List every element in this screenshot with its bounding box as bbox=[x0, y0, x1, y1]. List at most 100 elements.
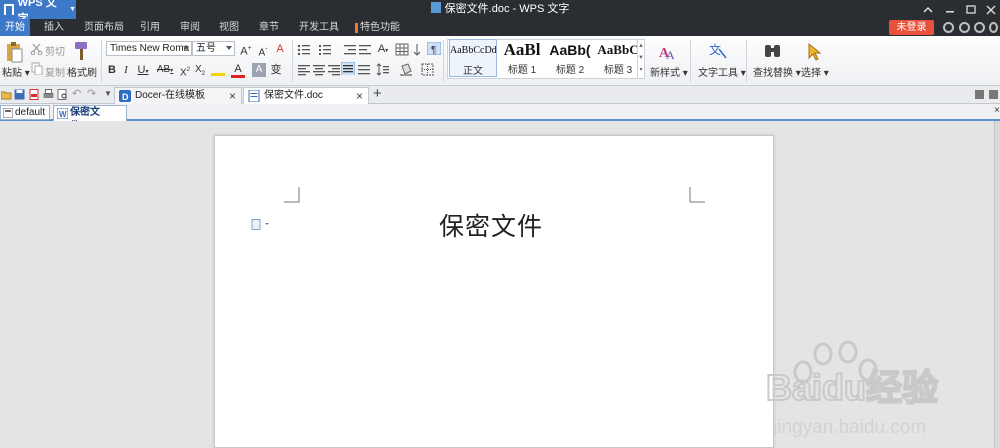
cut-icon[interactable] bbox=[30, 42, 44, 55]
export-pdf-icon[interactable] bbox=[29, 89, 40, 100]
borders-icon[interactable] bbox=[421, 63, 435, 76]
subscript-icon[interactable]: X2 bbox=[194, 63, 206, 77]
help-icon[interactable] bbox=[943, 22, 954, 33]
customize-qat-icon[interactable]: ▼ bbox=[104, 89, 112, 98]
ribbon-separator bbox=[746, 40, 747, 82]
close-file-icon[interactable]: × bbox=[994, 105, 1000, 116]
save-icon[interactable] bbox=[14, 89, 25, 100]
show-marks-icon[interactable]: ¶ bbox=[427, 42, 441, 55]
print-preview-icon[interactable] bbox=[57, 89, 68, 100]
text-tools-button[interactable]: 文字工具 ▾ bbox=[698, 64, 746, 79]
menu-review[interactable]: 审阅 bbox=[180, 19, 200, 36]
app-menu-button[interactable]: WPS 文字▼ bbox=[0, 0, 76, 25]
font-color-icon[interactable]: A bbox=[231, 62, 245, 78]
shrink-font-icon[interactable]: A- bbox=[256, 43, 270, 58]
undo-icon[interactable]: ↶ bbox=[72, 87, 81, 100]
style-heading-1[interactable]: AaBl 标题 1 bbox=[498, 39, 546, 77]
menu-view[interactable]: 视图 bbox=[219, 19, 239, 36]
align-center-icon[interactable] bbox=[312, 63, 326, 76]
ribbon-collapse-icon[interactable] bbox=[921, 3, 935, 16]
menu-developer-tools[interactable]: 开发工具 bbox=[299, 19, 339, 36]
sort-icon[interactable] bbox=[413, 43, 427, 56]
bullet-list-icon[interactable] bbox=[297, 43, 311, 56]
bold-icon[interactable]: B bbox=[106, 63, 118, 77]
text-direction-icon[interactable]: A▾ bbox=[374, 42, 392, 56]
styles-scroll[interactable]: ▲ ▼ ▾ bbox=[637, 40, 644, 78]
highlight-icon[interactable] bbox=[211, 64, 225, 76]
font-size-combo[interactable]: 五号 bbox=[192, 41, 235, 56]
cursor-icon[interactable] bbox=[806, 42, 822, 62]
menu-references[interactable]: 引用 bbox=[140, 19, 160, 36]
new-tab-button[interactable]: + bbox=[373, 85, 382, 102]
superscript-icon[interactable]: X2 bbox=[179, 63, 191, 78]
restore-pane-icon[interactable] bbox=[975, 90, 984, 99]
numbered-list-icon[interactable] bbox=[318, 43, 332, 56]
line-spacing-icon[interactable] bbox=[376, 63, 390, 76]
distribute-icon[interactable] bbox=[357, 63, 371, 76]
binoculars-icon[interactable] bbox=[763, 42, 783, 62]
phonetic-guide-icon[interactable]: 变 bbox=[268, 63, 284, 77]
maximize-icon[interactable] bbox=[964, 3, 978, 16]
redo-icon[interactable]: ↷ bbox=[87, 87, 96, 100]
select-button[interactable]: 选择 ▾ bbox=[801, 64, 829, 79]
login-button[interactable]: 未登录 bbox=[889, 20, 934, 35]
close-tab-icon[interactable]: × bbox=[356, 88, 363, 104]
clear-format-icon[interactable]: A bbox=[273, 42, 287, 56]
grow-font-icon[interactable]: A+ bbox=[239, 42, 253, 58]
window-title-text: 保密文件.doc - WPS 文字 bbox=[444, 3, 570, 15]
document-heading[interactable]: 保密文件 bbox=[430, 207, 552, 243]
table-grid-icon[interactable] bbox=[395, 43, 409, 56]
find-replace-button[interactable]: 查找替换 ▾ bbox=[753, 64, 801, 79]
menu-page-layout[interactable]: 页面布局 bbox=[84, 19, 124, 36]
shading-icon[interactable] bbox=[399, 63, 413, 76]
tab-docer-templates[interactable]: D Docer-在线模板 × bbox=[114, 87, 242, 104]
print-icon[interactable] bbox=[43, 89, 54, 100]
docer-icon: D bbox=[119, 90, 131, 102]
decrease-indent-icon[interactable] bbox=[343, 43, 357, 56]
copy-icon[interactable] bbox=[30, 62, 44, 75]
new-style-icon[interactable]: AA bbox=[657, 42, 677, 62]
find-replace-label: 查找替换 bbox=[753, 68, 793, 79]
strikethrough-icon[interactable]: AB▾ bbox=[154, 63, 176, 77]
menu-start[interactable]: 开始 bbox=[0, 19, 30, 36]
paste-button[interactable]: 粘贴 ▾ bbox=[2, 64, 30, 79]
cut-label[interactable]: 剪切 bbox=[45, 43, 65, 58]
tab-label: 保密文件.doc bbox=[264, 90, 323, 101]
open-folder-icon[interactable] bbox=[1, 89, 12, 100]
underline-icon[interactable]: U▾ bbox=[134, 63, 152, 77]
tab-document[interactable]: 保密文件.doc × bbox=[243, 87, 369, 104]
more-icon[interactable] bbox=[989, 22, 998, 33]
close-pane-icon[interactable] bbox=[989, 90, 998, 99]
justify-icon[interactable] bbox=[341, 62, 355, 75]
style-heading-3[interactable]: AaBbC 标题 3 bbox=[594, 39, 642, 77]
close-tab-icon[interactable]: × bbox=[229, 88, 236, 104]
text-tools-icon[interactable]: 文 bbox=[708, 41, 728, 61]
paragraph-layout-icon[interactable] bbox=[251, 219, 271, 230]
font-name-combo[interactable]: Times New Roma bbox=[106, 41, 192, 56]
feedback-icon[interactable] bbox=[974, 22, 985, 33]
menu-chapter[interactable]: 章节 bbox=[259, 19, 279, 36]
minimize-icon[interactable] bbox=[943, 3, 957, 16]
align-right-icon[interactable] bbox=[327, 63, 341, 76]
chevron-down-icon bbox=[183, 46, 189, 50]
format-painter-icon[interactable] bbox=[72, 40, 90, 62]
format-painter-button[interactable]: 格式刷 bbox=[67, 64, 97, 79]
file-tab[interactable]: W保密文件.doc bbox=[53, 105, 127, 132]
new-style-button[interactable]: 新样式 ▾ bbox=[650, 64, 688, 79]
ribbon-separator bbox=[101, 40, 102, 82]
workspace-tab[interactable]: default ▾ bbox=[0, 105, 50, 130]
paste-icon[interactable] bbox=[4, 40, 24, 64]
skin-icon[interactable] bbox=[959, 22, 970, 33]
italic-icon[interactable]: I bbox=[120, 63, 132, 77]
chevron-down-icon bbox=[226, 46, 232, 50]
copy-label[interactable]: 复制 bbox=[45, 64, 65, 79]
close-icon[interactable] bbox=[984, 3, 998, 16]
increase-indent-icon[interactable] bbox=[358, 43, 372, 56]
document-page[interactable] bbox=[214, 135, 774, 448]
menu-insert[interactable]: 插入 bbox=[44, 19, 64, 36]
align-left-icon[interactable] bbox=[297, 63, 311, 76]
menu-special-features[interactable]: 特色功能 bbox=[360, 19, 400, 36]
char-shading-icon[interactable]: A bbox=[252, 63, 266, 77]
style-heading-2[interactable]: AaBb(标题 2 bbox=[546, 39, 594, 77]
style-normal[interactable]: AaBbCcDd 正文 bbox=[449, 39, 497, 77]
